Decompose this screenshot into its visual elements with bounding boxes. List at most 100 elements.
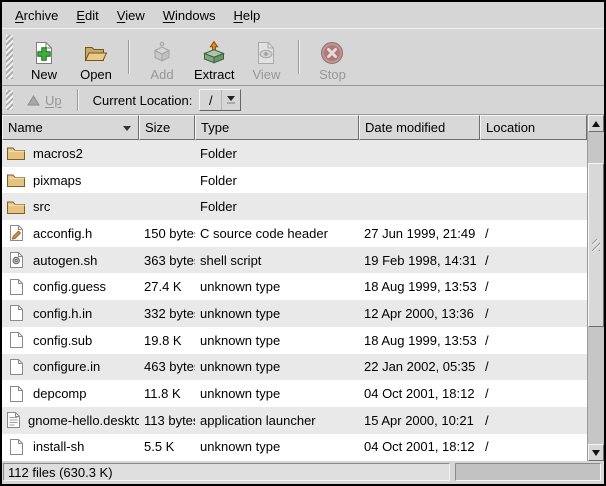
menu-help[interactable]: Help xyxy=(224,4,269,27)
file-icon xyxy=(6,304,26,322)
column-header-size[interactable]: Size xyxy=(139,115,195,140)
menu-edit[interactable]: Edit xyxy=(67,4,107,27)
file-row-autogen.sh[interactable]: autogen.sh363 bytesshell script19 Feb 19… xyxy=(2,247,587,274)
arrow-down-icon xyxy=(592,450,600,456)
file-name: autogen.sh xyxy=(33,253,97,268)
stop-icon xyxy=(319,39,345,66)
toolbar-button-label: View xyxy=(252,67,280,82)
progress-area xyxy=(455,463,601,481)
file-row-gnome-hello.desktop[interactable]: gnome-hello.desktop113 bytesapplication … xyxy=(2,407,587,434)
file-type-cell: Folder xyxy=(195,140,359,167)
file-location-cell: / xyxy=(480,434,587,461)
file-location-cell: / xyxy=(480,247,587,274)
file-script-icon xyxy=(6,251,26,269)
column-header-location[interactable]: Location xyxy=(480,115,587,140)
menu-archive[interactable]: Archive xyxy=(6,4,67,27)
column-header-row: Name Size TypeDate modified Location xyxy=(2,115,587,140)
file-date-cell xyxy=(359,167,480,194)
scroll-up-button[interactable] xyxy=(588,115,604,132)
view-button[interactable]: View xyxy=(240,31,292,83)
toolbar-button-label: Open xyxy=(80,67,112,82)
file-type-cell: unknown type xyxy=(195,273,359,300)
new-archive-icon xyxy=(31,39,57,66)
menu-view[interactable]: View xyxy=(108,4,154,27)
file-location-cell: / xyxy=(480,354,587,381)
file-name-cell: depcomp xyxy=(2,380,139,407)
vertical-scrollbar[interactable] xyxy=(587,115,604,461)
file-date-cell xyxy=(359,193,480,220)
file-icon xyxy=(6,331,26,349)
file-icon xyxy=(6,385,26,403)
location-bar-separator xyxy=(77,89,79,111)
sort-descending-icon xyxy=(123,126,131,131)
location-combobox[interactable]: / xyxy=(199,89,241,111)
file-size-cell: 27.4 K xyxy=(139,273,195,300)
add-files-icon xyxy=(149,39,175,66)
file-row-macros2[interactable]: macros2 Folder xyxy=(2,140,587,167)
column-header-label: Size xyxy=(145,120,170,135)
extract-button[interactable]: Extract xyxy=(188,31,240,83)
column-header-label: Name xyxy=(8,120,43,135)
file-size-cell xyxy=(139,140,195,167)
file-size-cell: 5.5 K xyxy=(139,434,195,461)
file-type-cell: unknown type xyxy=(195,300,359,327)
file-row-src[interactable]: srcFolder xyxy=(2,193,587,220)
file-date-cell: 18 Aug 1999, 13:53 xyxy=(359,273,480,300)
file-name-cell: macros2 xyxy=(2,140,139,167)
new-button[interactable]: New xyxy=(18,31,70,83)
location-combobox-value: / xyxy=(200,90,222,110)
column-header-label: Location xyxy=(486,120,535,135)
file-name: acconfig.h xyxy=(33,226,92,241)
up-arrow-icon xyxy=(27,95,40,106)
file-icon xyxy=(6,358,26,376)
column-header-date-modified[interactable]: Date modified xyxy=(359,115,480,140)
current-location-label: Current Location: xyxy=(93,93,193,108)
add-button[interactable]: Add xyxy=(136,31,188,83)
file-name-cell: config.h.in xyxy=(2,300,139,327)
stop-button[interactable]: Stop xyxy=(306,31,358,83)
file-date-cell: 15 Apr 2000, 10:21 xyxy=(359,407,480,434)
file-row-configure.in[interactable]: configure.in463 bytesunknown type22 Jan … xyxy=(2,354,587,381)
toolbar-grip-handle[interactable] xyxy=(6,35,13,79)
toolbar-button-label: Add xyxy=(150,67,173,82)
file-list-area: Name Size TypeDate modified Location macros… xyxy=(2,115,604,461)
file-type-cell: unknown type xyxy=(195,354,359,381)
status-bar: 112 files (630.3 K) xyxy=(2,461,604,484)
column-header-type[interactable]: Type xyxy=(195,115,359,140)
scrollbar-thumb[interactable] xyxy=(588,163,604,327)
scroll-down-button[interactable] xyxy=(588,444,604,461)
file-location-cell: / xyxy=(480,407,587,434)
file-type-cell: unknown type xyxy=(195,434,359,461)
scrollbar-trough[interactable] xyxy=(588,132,604,444)
file-row-pixmaps[interactable]: pixmapsFolder xyxy=(2,167,587,194)
file-size-cell: 363 bytes xyxy=(139,247,195,274)
file-name-cell: config.guess xyxy=(2,273,139,300)
menu-windows[interactable]: Windows xyxy=(154,4,225,27)
toolbar-separator xyxy=(128,40,130,74)
open-button[interactable]: Open xyxy=(70,31,122,83)
file-size-cell xyxy=(139,193,195,220)
file-size-cell: 150 bytes xyxy=(139,220,195,247)
file-name: config.h.in xyxy=(33,306,92,321)
status-message-frame: 112 files (630.3 K) xyxy=(3,463,450,481)
file-row-config.h.in[interactable]: config.h.in332 bytesunknown type12 Apr 2… xyxy=(2,300,587,327)
location-bar-grip-handle[interactable] xyxy=(6,90,13,110)
file-name-cell: acconfig.h xyxy=(2,220,139,247)
file-text-icon xyxy=(6,411,21,429)
file-location-cell xyxy=(480,167,587,194)
file-row-install-sh[interactable]: install-sh5.5 Kunknown type04 Oct 2001, … xyxy=(2,434,587,461)
file-row-acconfig.h[interactable]: acconfig.h150 bytesC source code header2… xyxy=(2,220,587,247)
location-dropdown-button[interactable] xyxy=(222,90,240,110)
column-header-name[interactable]: Name xyxy=(2,115,139,140)
file-location-cell: / xyxy=(480,273,587,300)
toolbar-button-label: Stop xyxy=(319,67,346,82)
up-button-label: Up xyxy=(45,93,62,108)
up-button[interactable]: Up xyxy=(18,90,71,111)
file-row-config.guess[interactable]: config.guess27.4 Kunknown type18 Aug 199… xyxy=(2,273,587,300)
file-name: configure.in xyxy=(33,359,100,374)
file-row-config.sub[interactable]: config.sub19.8 Kunknown type18 Aug 1999,… xyxy=(2,327,587,354)
folder-icon xyxy=(6,172,26,188)
open-folder-icon xyxy=(83,39,109,66)
file-name-cell: autogen.sh xyxy=(2,247,139,274)
file-row-depcomp[interactable]: depcomp11.8 Kunknown type04 Oct 2001, 18… xyxy=(2,380,587,407)
